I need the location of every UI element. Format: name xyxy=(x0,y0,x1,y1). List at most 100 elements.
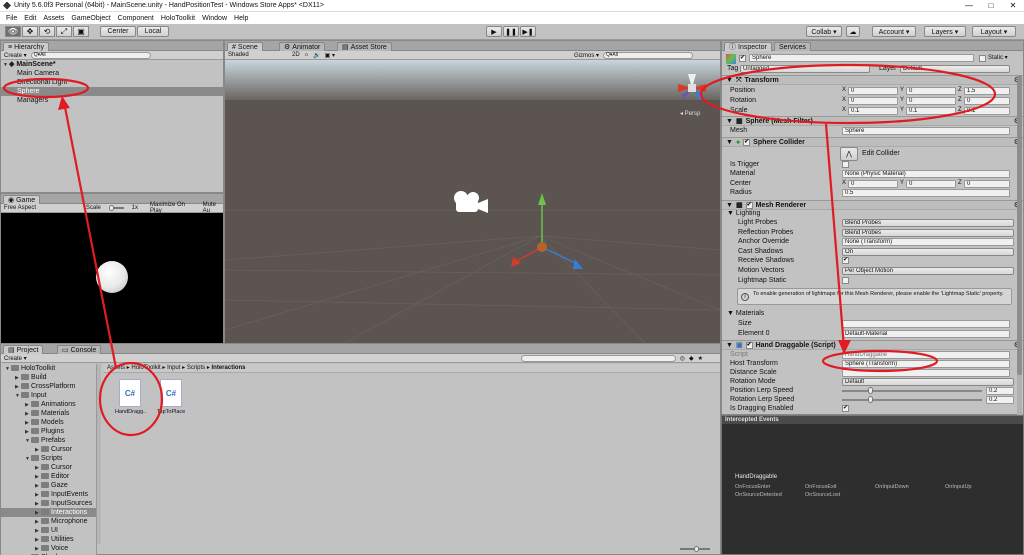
folder-utilities[interactable]: ▶ Utilities xyxy=(1,535,96,544)
hierarchy-item-main-camera[interactable]: Main Camera xyxy=(1,69,223,78)
center-y-field[interactable]: 0 xyxy=(906,180,956,188)
host-transform-field[interactable]: Sphere (Transform) xyxy=(842,360,1010,368)
folder-editor[interactable]: ▶ Editor xyxy=(1,472,96,481)
radius-field[interactable]: 0.5 xyxy=(842,189,1010,197)
menu-item-window[interactable]: Window xyxy=(202,15,227,22)
center-x-field[interactable]: 0 xyxy=(848,180,898,188)
position-lerp-field[interactable]: 0.2 xyxy=(986,387,1014,395)
folder-plugins[interactable]: ▶ Plugins xyxy=(1,427,96,436)
menu-item-assets[interactable]: Assets xyxy=(43,15,64,22)
breadcrumb-item[interactable]: Scripts xyxy=(187,365,205,371)
hand-draggable-header[interactable]: ▼▣✔Hand Draggable (Script)⚙ xyxy=(722,340,1023,350)
active-checkbox[interactable]: ✔ xyxy=(739,55,746,62)
is-trigger-checkbox[interactable] xyxy=(842,161,849,168)
cast-shadows-dropdown[interactable]: On xyxy=(842,247,1014,256)
audio-toggle-icon[interactable]: 🔊 xyxy=(313,52,320,59)
close-button[interactable]: ✕ xyxy=(1002,0,1024,12)
breadcrumb-item[interactable]: Input xyxy=(167,365,180,371)
step-button[interactable]: ▶❚ xyxy=(520,26,536,37)
breadcrumb-item[interactable]: Assets xyxy=(107,365,125,371)
tab-project[interactable]: ▤ Project xyxy=(3,345,44,354)
tree-scrollbar[interactable] xyxy=(97,364,101,544)
folder-build[interactable]: ▶ Build xyxy=(1,373,96,382)
project-search-input[interactable] xyxy=(520,354,676,362)
menu-item-holotoolkit[interactable]: HoloToolkit xyxy=(161,15,195,22)
folder-prefabs[interactable]: ▼ Prefabs xyxy=(1,436,96,445)
cloud-icon[interactable]: ☁ xyxy=(846,26,860,37)
scene-search-input[interactable]: Q▾All xyxy=(603,51,694,59)
tab-services[interactable]: Services xyxy=(774,42,811,51)
object-name-field[interactable]: Sphere xyxy=(749,54,974,62)
hierarchy-create-button[interactable]: Create ▾ xyxy=(4,52,27,59)
folder-microphone[interactable]: ▶ Microphone xyxy=(1,517,96,526)
collab-dropdown[interactable]: Collab ▾ xyxy=(806,26,842,37)
distance-scale-field[interactable] xyxy=(842,369,1010,377)
game-viewport[interactable] xyxy=(1,213,223,343)
menu-item-gameobject[interactable]: GameObject xyxy=(71,15,110,22)
folder-inputsources[interactable]: ▶ InputSources xyxy=(1,499,96,508)
breadcrumb-item[interactable]: HoloToolkit xyxy=(131,365,160,371)
material-element-field[interactable]: Default-Material xyxy=(842,330,1010,338)
transform-scale-y-field[interactable]: 0.1 xyxy=(906,107,956,115)
is-dragging-enabled-checkbox[interactable]: ✔ xyxy=(842,405,849,412)
motion-vectors-dropdown[interactable]: Per Object Motion xyxy=(842,267,1014,275)
sphere-collider-header[interactable]: ▼●✔Sphere Collider⚙ xyxy=(722,137,1023,147)
maximize-button[interactable]: □ xyxy=(980,0,1002,12)
menu-item-edit[interactable]: Edit xyxy=(24,15,36,22)
lighting-toggle-icon[interactable]: ☼ xyxy=(304,52,310,58)
collider-enabled-checkbox[interactable]: ✔ xyxy=(743,138,751,146)
account-dropdown[interactable]: Account ▾ xyxy=(872,26,916,37)
shading-mode-dropdown[interactable]: Shaded xyxy=(228,52,288,58)
tab-game[interactable]: ◉ Game xyxy=(3,195,41,204)
anchor-override-field[interactable]: None (Transform) xyxy=(842,238,1014,246)
menu-item-file[interactable]: File xyxy=(6,15,17,22)
effects-dropdown-icon[interactable]: ▣ ▾ xyxy=(325,52,335,59)
pivot-local-button[interactable]: Local xyxy=(137,26,169,37)
filter-type-icon[interactable]: ◎ xyxy=(680,355,685,362)
materials-size-field[interactable] xyxy=(842,320,1010,328)
folder-animations[interactable]: ▶ Animations xyxy=(1,400,96,409)
gizmos-dropdown[interactable]: Gizmos ▾ xyxy=(574,52,599,59)
edit-collider-button[interactable]: ⋀ xyxy=(840,147,858,161)
static-dropdown[interactable]: Static ▾ xyxy=(988,54,1008,61)
tab-hierarchy[interactable]: ≡ Hierarchy xyxy=(3,42,50,51)
transform-scale-x-field[interactable]: 0.1 xyxy=(848,107,898,115)
rect-tool-icon[interactable]: ▣ xyxy=(73,26,89,37)
minimize-button[interactable]: — xyxy=(958,0,980,12)
scene-root[interactable]: ▼◈ MainScene* xyxy=(1,60,223,69)
2d-toggle[interactable]: 2D xyxy=(292,52,300,58)
tab-inspector[interactable]: ⓘ Inspector xyxy=(724,42,772,51)
mesh-renderer-header[interactable]: ▼▦✔Mesh Renderer⚙ xyxy=(722,200,1023,210)
game-scale-slider[interactable] xyxy=(108,205,124,211)
transform-gizmo[interactable] xyxy=(497,185,587,275)
transform-position-y-field[interactable]: 0 xyxy=(906,87,956,95)
transform-header[interactable]: ▼⤧Transform⚙ xyxy=(722,75,1023,85)
folder-crossplatform[interactable]: ▶ CrossPlatform xyxy=(1,382,96,391)
transform-position-z-field[interactable]: 1.5 xyxy=(964,87,1010,95)
reflection-probes-dropdown[interactable]: Blend Probes xyxy=(842,228,1014,237)
materials-foldout[interactable]: ▼ Materials xyxy=(727,309,764,318)
rotate-tool-icon[interactable]: ⟲ xyxy=(39,26,55,37)
icon-size-slider[interactable] xyxy=(680,546,710,552)
layout-dropdown[interactable]: Layout ▾ xyxy=(972,26,1016,37)
file-handdraggable[interactable]: C# HandDragg.. xyxy=(115,379,146,415)
lighting-foldout[interactable]: ▼ Lighting xyxy=(727,209,760,218)
inspector-scrollbar[interactable] xyxy=(1017,75,1022,415)
folder-interactions[interactable]: ▶ Interactions xyxy=(1,508,96,517)
tab-console[interactable]: ▭ Console xyxy=(57,345,102,354)
file-taptoplace[interactable]: C# TapToPlace xyxy=(155,379,187,415)
move-tool-icon[interactable]: ✥ xyxy=(22,26,38,37)
camera-gizmo-icon[interactable] xyxy=(450,188,490,218)
hierarchy-item-directional-light[interactable]: Directional Light xyxy=(1,78,223,87)
receive-shadows-checkbox[interactable]: ✔ xyxy=(842,257,849,264)
perspective-label[interactable]: ◂ Persp xyxy=(680,110,700,117)
folder-gaze[interactable]: ▶ Gaze xyxy=(1,481,96,490)
folder-input[interactable]: ▼ Input xyxy=(1,391,96,400)
rotation-lerp-field[interactable]: 0.2 xyxy=(986,396,1014,404)
game-aspect-dropdown[interactable]: Free Aspect xyxy=(4,205,78,211)
project-create-button[interactable]: Create ▾ xyxy=(4,355,27,362)
transform-position-x-field[interactable]: 0 xyxy=(848,87,898,95)
hierarchy-item-managers[interactable]: Managers xyxy=(1,96,223,105)
scale-tool-icon[interactable]: ⤢ xyxy=(56,26,72,37)
pause-button[interactable]: ❚❚ xyxy=(503,26,519,37)
